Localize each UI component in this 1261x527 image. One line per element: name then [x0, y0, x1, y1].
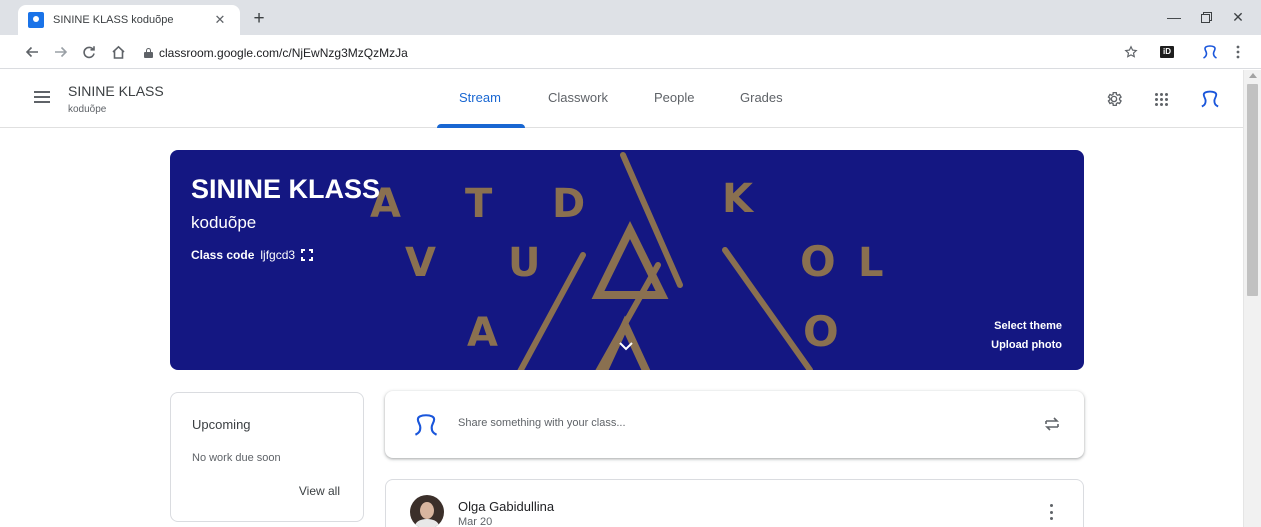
svg-text:A: A — [467, 310, 498, 356]
banner-class-section: koduõpe — [191, 213, 257, 232]
new-tab-button[interactable]: + — [248, 8, 270, 30]
minimize-button[interactable]: — — [1159, 4, 1189, 30]
post-options-icon[interactable] — [1049, 504, 1053, 520]
svg-text:L: L — [858, 240, 884, 286]
svg-text:U: U — [508, 240, 540, 286]
svg-text:T: T — [465, 181, 493, 227]
svg-text:V: V — [405, 240, 436, 286]
active-tab-indicator — [437, 124, 525, 128]
upcoming-empty-text: No work due soon — [192, 452, 281, 464]
browser-tab[interactable]: SININE KLASS koduõpe ✕ — [18, 5, 240, 35]
share-placeholder[interactable]: Share something with your class... — [458, 417, 626, 429]
class-code: Class code ljfgcd3 — [191, 248, 314, 262]
class-code-value: ljfgcd3 — [260, 248, 296, 262]
reload-button[interactable] — [77, 40, 101, 64]
user-avatar-icon — [413, 412, 439, 438]
upcoming-card: Upcoming No work due soon View all — [170, 392, 364, 522]
id-extension-icon[interactable]: iD — [1156, 40, 1178, 64]
reload-icon — [83, 46, 95, 59]
back-button[interactable] — [20, 40, 44, 64]
upcoming-title: Upcoming — [192, 417, 251, 432]
expand-chevron-icon — [619, 342, 633, 351]
svg-text:O: O — [800, 237, 836, 286]
classroom-favicon-icon — [28, 12, 44, 28]
home-button[interactable] — [106, 40, 130, 64]
tab-grades[interactable]: Grades — [740, 90, 783, 105]
fullscreen-icon[interactable] — [301, 249, 314, 261]
banner-class-name: SININE KLASS — [191, 174, 381, 204]
main-menu-icon[interactable] — [34, 91, 50, 103]
scroll-thumb[interactable] — [1247, 84, 1258, 296]
svg-text:K: K — [722, 176, 755, 222]
post-date: Mar 20 — [458, 516, 493, 527]
browser-window: SININE KLASS koduõpe ✕ + — ✕ classroom.g… — [0, 0, 1261, 527]
tab-stream[interactable]: Stream — [459, 90, 501, 105]
stream-post[interactable]: Olga Gabidullina Mar 20 — [385, 479, 1084, 527]
classroom-header: SININE KLASS koduõpe Stream Classwork Pe… — [0, 70, 1243, 128]
class-banner: A T D K V U O L A A O SININE KLASS koduõ… — [170, 150, 1084, 370]
google-apps-icon[interactable] — [1150, 88, 1172, 110]
forward-button[interactable] — [49, 40, 73, 64]
restore-icon — [1200, 11, 1212, 23]
account-avatar-icon[interactable] — [1197, 88, 1223, 110]
class-code-label: Class code — [191, 248, 255, 262]
home-icon — [111, 45, 125, 59]
header-class-section: koduõpe — [68, 104, 107, 115]
scroll-up-arrow-icon[interactable] — [1249, 73, 1257, 78]
back-arrow-icon — [25, 46, 38, 58]
svg-text:D: D — [552, 181, 585, 227]
lock-icon — [144, 48, 153, 58]
close-tab-icon[interactable]: ✕ — [210, 10, 230, 30]
svg-text:O: O — [803, 307, 839, 356]
browser-toolbar: classroom.google.com/c/NjEwNzg3MzQzMzJa … — [0, 35, 1261, 69]
close-window-button[interactable]: ✕ — [1223, 4, 1253, 30]
share-composer[interactable]: Share something with your class... — [385, 391, 1084, 458]
url-text: classroom.google.com/c/NjEwNzg3MzQzMzJa — [159, 46, 408, 60]
profile-avatar-icon[interactable] — [1199, 40, 1221, 64]
address-bar[interactable]: classroom.google.com/c/NjEwNzg3MzQzMzJa — [136, 40, 1256, 66]
upload-photo-link[interactable]: Upload photo — [991, 339, 1062, 351]
tab-strip: SININE KLASS koduõpe ✕ + — ✕ — [0, 0, 1261, 35]
tab-people[interactable]: People — [654, 90, 694, 105]
class-settings-icon[interactable] — [1103, 88, 1125, 110]
restore-button[interactable] — [1191, 4, 1221, 30]
bookmark-star-icon[interactable] — [1121, 40, 1141, 64]
post-author: Olga Gabidullina — [458, 499, 555, 514]
author-avatar — [410, 495, 444, 527]
page-scrollbar[interactable] — [1243, 70, 1261, 527]
view-all-link[interactable]: View all — [299, 484, 340, 498]
browser-menu-icon[interactable] — [1231, 40, 1245, 64]
forward-arrow-icon — [55, 46, 68, 58]
select-theme-link[interactable]: Select theme — [994, 320, 1062, 332]
header-class-name[interactable]: SININE KLASS — [68, 83, 164, 99]
reuse-post-icon[interactable] — [1042, 414, 1062, 434]
tab-classwork[interactable]: Classwork — [548, 90, 608, 105]
tab-title: SININE KLASS koduõpe — [53, 14, 174, 26]
